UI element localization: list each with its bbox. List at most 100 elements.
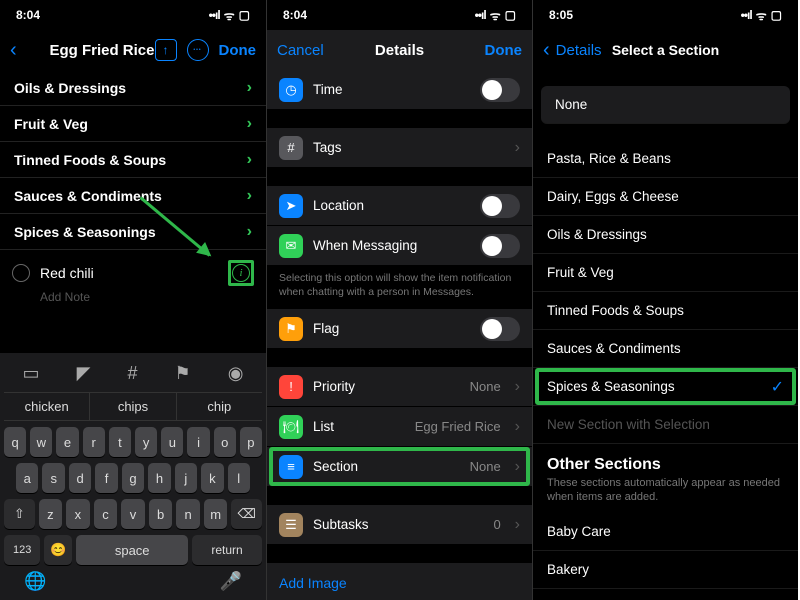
section-icon: ≡: [279, 455, 303, 479]
key[interactable]: k: [201, 463, 223, 493]
share-icon[interactable]: ↑: [155, 39, 177, 61]
key[interactable]: a: [16, 463, 38, 493]
section-option-selected[interactable]: Spices & Seasonings ✓: [533, 368, 798, 406]
done-button[interactable]: Done: [440, 42, 522, 59]
time-row[interactable]: ◷ Time: [267, 70, 532, 110]
list-row[interactable]: 🍽 List Egg Fried Rice ›: [267, 407, 532, 447]
key[interactable]: c: [94, 499, 118, 529]
signal-icon: ••ıl: [741, 8, 752, 22]
key[interactable]: v: [121, 499, 145, 529]
messaging-row[interactable]: ✉ When Messaging: [267, 226, 532, 266]
location-toggle[interactable]: [480, 194, 520, 218]
suggestion[interactable]: chips: [90, 393, 176, 420]
key[interactable]: w: [30, 427, 52, 457]
key[interactable]: r: [83, 427, 105, 457]
new-section-option[interactable]: New Section with Selection: [533, 406, 798, 444]
section-option[interactable]: Fruit & Veg: [533, 254, 798, 292]
key[interactable]: b: [149, 499, 173, 529]
back-button[interactable]: ‹: [10, 39, 17, 62]
item-info-button[interactable]: i: [228, 260, 254, 286]
back-button[interactable]: ‹Details: [543, 39, 612, 62]
priority-icon: !: [279, 375, 303, 399]
suggestion[interactable]: chicken: [4, 393, 90, 420]
key[interactable]: n: [176, 499, 200, 529]
signal-icon: ••ıl: [209, 8, 220, 22]
subtasks-row[interactable]: ☰ Subtasks 0 ›: [267, 505, 532, 545]
time-toggle[interactable]: [480, 78, 520, 102]
globe-key[interactable]: 🌐: [24, 571, 46, 592]
emoji-key[interactable]: 😊: [44, 535, 72, 565]
key[interactable]: s: [42, 463, 64, 493]
flag-icon[interactable]: ⚑: [175, 363, 191, 384]
key[interactable]: e: [56, 427, 78, 457]
space-key[interactable]: space: [76, 535, 188, 565]
key[interactable]: q: [4, 427, 26, 457]
key[interactable]: i: [187, 427, 209, 457]
section-option[interactable]: Pasta, Rice & Beans: [533, 140, 798, 178]
cancel-button[interactable]: Cancel: [277, 42, 359, 59]
section-header[interactable]: Tinned Foods & Soups›: [0, 142, 266, 178]
key[interactable]: u: [161, 427, 183, 457]
key[interactable]: l: [228, 463, 250, 493]
done-button[interactable]: Done: [219, 42, 257, 59]
section-row[interactable]: ≡ Section None ›: [267, 447, 532, 487]
key[interactable]: o: [214, 427, 236, 457]
other-sections-subtitle: These sections automatically appear as n…: [533, 476, 798, 513]
section-option[interactable]: Baby Care: [533, 513, 798, 551]
details-list: ◷ Time # Tags › ➤ Location ✉ When Messag…: [267, 70, 532, 600]
section-header[interactable]: Sauces & Condiments›: [0, 178, 266, 214]
section-header[interactable]: Spices & Seasonings›: [0, 214, 266, 250]
priority-row[interactable]: ! Priority None ›: [267, 367, 532, 407]
camera-icon[interactable]: ◉: [228, 363, 244, 384]
section-option[interactable]: Tinned Foods & Soups: [533, 292, 798, 330]
page-title: Egg Fried Rice: [49, 42, 154, 59]
hashtag-icon[interactable]: #: [127, 363, 137, 384]
tags-row[interactable]: # Tags ›: [267, 128, 532, 168]
key[interactable]: j: [175, 463, 197, 493]
item-radio[interactable]: [12, 264, 30, 282]
backspace-key[interactable]: ⌫: [231, 499, 262, 529]
messaging-toggle[interactable]: [480, 234, 520, 258]
chevron-right-icon: ›: [247, 115, 252, 133]
wifi-icon: ᯤ: [490, 7, 501, 24]
screenshot-panel-2: 8:04 ••ıl ᯤ ▢ Cancel Details Done ◷ Time…: [266, 0, 532, 600]
chevron-right-icon: ›: [247, 187, 252, 205]
section-option[interactable]: Dairy, Eggs & Cheese: [533, 178, 798, 216]
battery-icon: ▢: [771, 8, 782, 22]
return-key[interactable]: return: [192, 535, 262, 565]
section-option[interactable]: Sauces & Condiments: [533, 330, 798, 368]
key[interactable]: f: [95, 463, 117, 493]
key[interactable]: y: [135, 427, 157, 457]
suggestion[interactable]: chip: [177, 393, 262, 420]
calendar-icon[interactable]: ▭: [23, 363, 40, 384]
new-item-area: Red chili i Add Note: [0, 250, 266, 310]
key[interactable]: x: [66, 499, 90, 529]
key[interactable]: t: [109, 427, 131, 457]
section-option-none[interactable]: None: [541, 86, 790, 124]
flag-toggle[interactable]: [480, 317, 520, 341]
key[interactable]: p: [240, 427, 262, 457]
section-header[interactable]: Oils & Dressings›: [0, 70, 266, 106]
mic-key[interactable]: 🎤: [220, 571, 242, 592]
key[interactable]: z: [39, 499, 63, 529]
key[interactable]: d: [69, 463, 91, 493]
add-note-placeholder[interactable]: Add Note: [10, 290, 256, 304]
flag-row[interactable]: ⚑ Flag: [267, 309, 532, 349]
key[interactable]: m: [204, 499, 228, 529]
section-option[interactable]: Bakery: [533, 551, 798, 589]
location-row[interactable]: ➤ Location: [267, 186, 532, 226]
section-option[interactable]: Oils & Dressings: [533, 216, 798, 254]
section-header[interactable]: Fruit & Veg›: [0, 106, 266, 142]
more-icon[interactable]: •••: [187, 39, 209, 61]
add-image-button[interactable]: Add Image: [267, 563, 532, 600]
shift-key[interactable]: ⇧: [4, 499, 35, 529]
page-title: Select a Section: [612, 42, 719, 58]
key[interactable]: g: [122, 463, 144, 493]
keyboard-suggestions: chicken chips chip: [4, 392, 262, 421]
numbers-key[interactable]: 123: [4, 535, 40, 565]
key[interactable]: h: [148, 463, 170, 493]
location-icon[interactable]: ◤: [77, 363, 91, 384]
item-text-input[interactable]: Red chili: [40, 265, 94, 281]
status-bar: 8:04 ••ıl ᯤ ▢: [267, 0, 532, 30]
keyboard: ▭ ◤ # ⚑ ◉ chicken chips chip qwertyuiop …: [0, 353, 266, 600]
